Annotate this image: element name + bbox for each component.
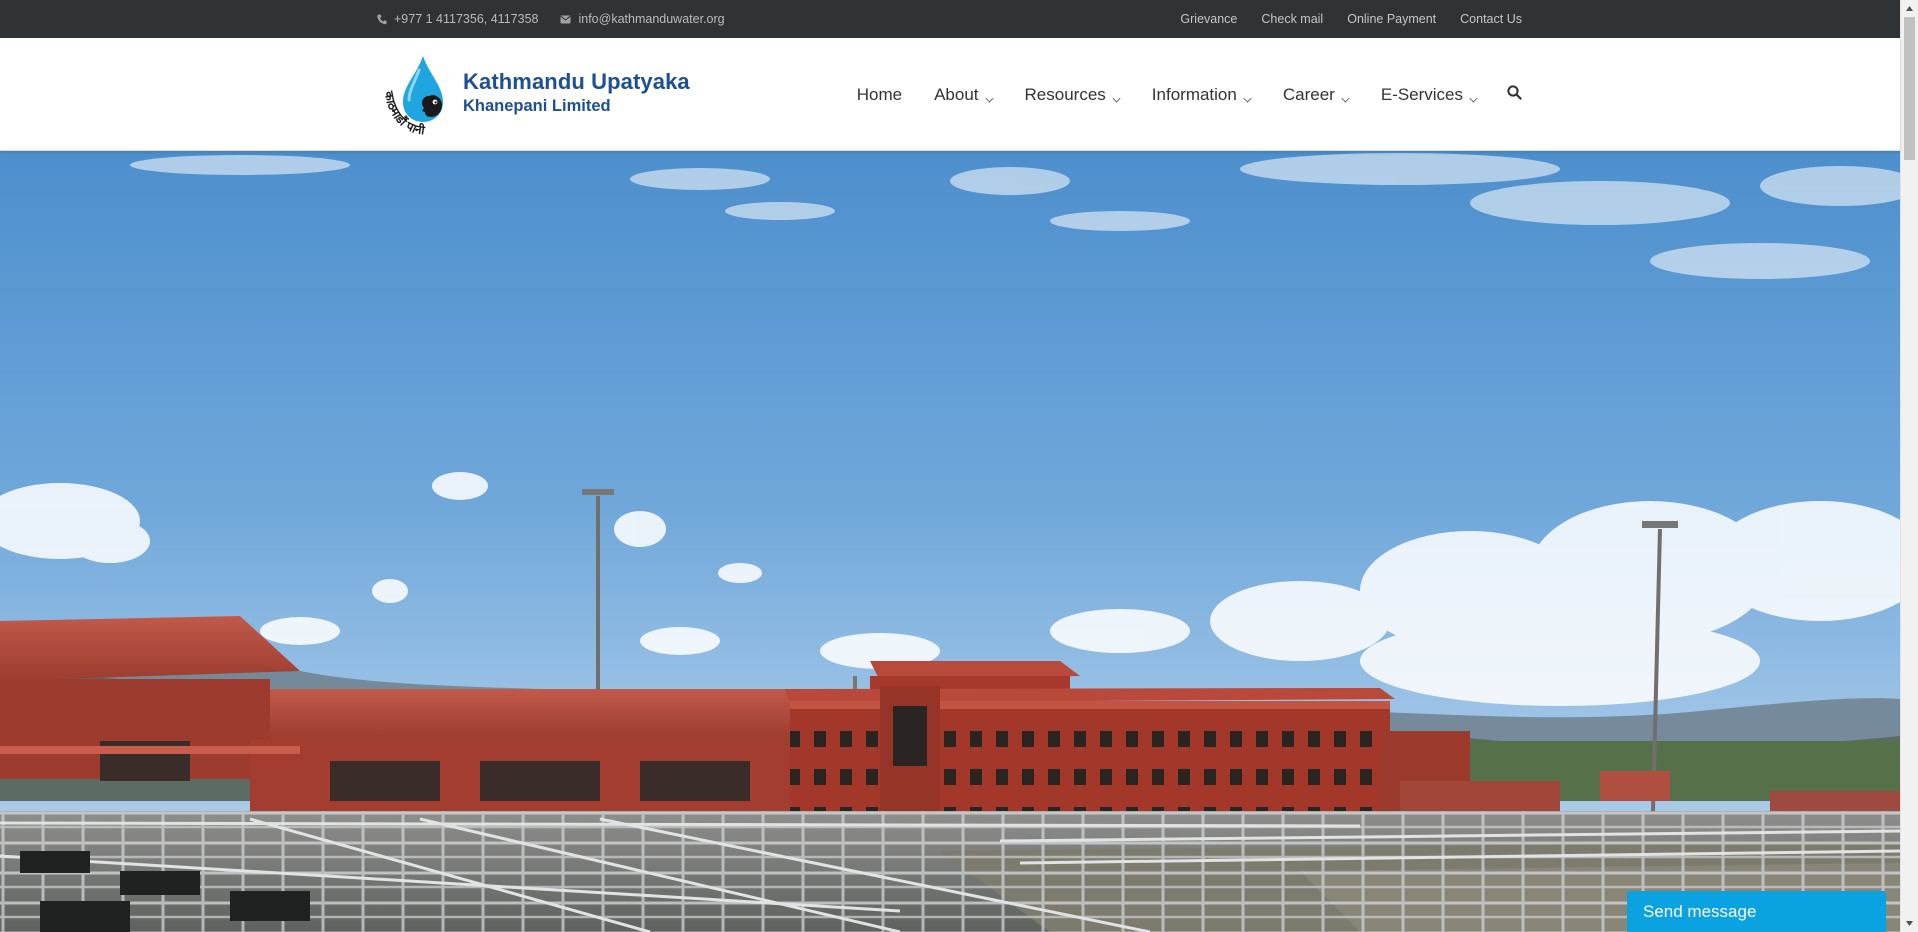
email-address[interactable]: info@kathmanduwater.org [578, 12, 724, 26]
nav-career-label: Career [1282, 84, 1335, 104]
phone-number: +977 1 4117356, 4117358 [394, 12, 539, 26]
search-icon [1507, 84, 1522, 105]
grievance-link[interactable]: Grievance [1180, 12, 1237, 26]
phone-icon [377, 14, 387, 25]
hero-banner [0, 151, 1900, 932]
scrollbar-thumb[interactable] [1904, 17, 1915, 160]
send-message-label: Send message [1643, 901, 1757, 921]
nav-home[interactable]: Home [857, 85, 902, 105]
nav-career[interactable]: Career [1282, 84, 1350, 105]
nav-about[interactable]: About [934, 84, 993, 105]
water-drop-emblem-icon: काठमाडौं पानी [377, 52, 461, 138]
nav-e-services[interactable]: E-Services [1380, 84, 1478, 105]
scroll-down-arrow-icon[interactable] [1901, 915, 1918, 932]
nav-information-label: Information [1151, 84, 1237, 104]
utility-links: Grievance Check mail Online Payment Cont… [1180, 12, 1522, 26]
scroll-up-arrow-icon[interactable] [1901, 0, 1918, 17]
online-payment-link[interactable]: Online Payment [1347, 12, 1436, 26]
chevron-down-icon [1243, 94, 1252, 103]
logo-subtitle: Khanepani Limited [463, 96, 611, 115]
site-header: काठमाडौं पानी Kathmandu Upatyaka Khanepa… [0, 38, 1900, 151]
envelope-icon [560, 15, 571, 24]
chevron-down-icon [985, 94, 993, 103]
top-bar-inner: +977 1 4117356, 4117358 info@kathmanduwa… [377, 0, 1522, 38]
chevron-down-icon [1469, 94, 1478, 103]
chevron-down-icon [1112, 94, 1121, 103]
nav-home-label: Home [856, 84, 903, 104]
search-button[interactable] [1507, 84, 1522, 105]
main-nav: Home About Resources Information Career … [857, 38, 1522, 151]
nav-resources-label: Resources [1024, 84, 1106, 104]
page-scrollbar[interactable] [1900, 0, 1918, 932]
send-message-button[interactable]: Send message [1627, 891, 1886, 932]
top-bar: +977 1 4117356, 4117358 info@kathmanduwa… [0, 0, 1900, 38]
email-contact[interactable]: info@kathmanduwater.org [560, 12, 725, 26]
nav-resources[interactable]: Resources [1024, 84, 1121, 105]
contact-us-link[interactable]: Contact Us [1460, 12, 1522, 26]
site-logo[interactable]: काठमाडौं पानी Kathmandu Upatyaka Khanepa… [377, 52, 690, 138]
nav-about-label: About [934, 84, 979, 104]
nav-information[interactable]: Information [1151, 84, 1252, 105]
contact-info: +977 1 4117356, 4117358 info@kathmanduwa… [377, 12, 725, 26]
chevron-down-icon [1341, 94, 1350, 103]
nav-e-services-label: E-Services [1380, 84, 1463, 104]
logo-title: Kathmandu Upatyaka [463, 68, 690, 94]
logo-text: Kathmandu Upatyaka Khanepani Limited [463, 69, 690, 116]
phone-contact: +977 1 4117356, 4117358 [377, 12, 538, 26]
water-treatment-plant-photo [0, 151, 1900, 932]
check-mail-link[interactable]: Check mail [1261, 12, 1323, 26]
